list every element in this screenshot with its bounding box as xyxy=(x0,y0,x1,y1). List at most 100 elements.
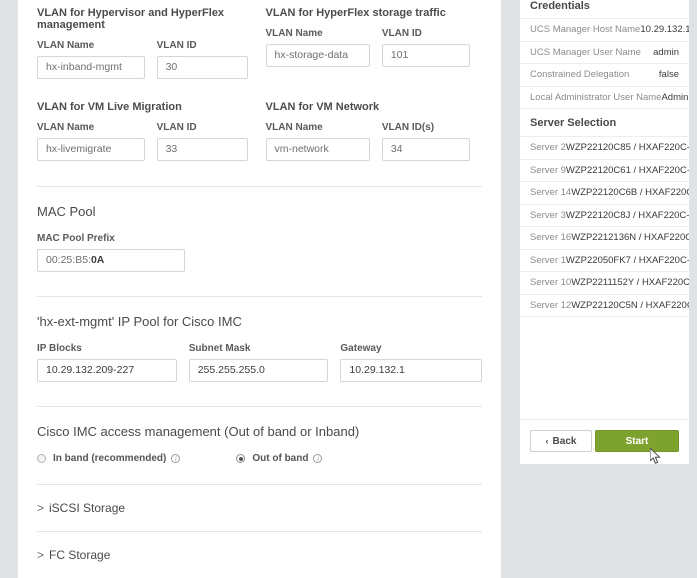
radio-out-of-band[interactable]: Out of band i xyxy=(236,453,323,464)
server-row: Server 10 WZP2211152Y / HXAF220C-M5SX xyxy=(520,272,689,295)
accordion-iscsi-storage[interactable]: > iSCSI Storage xyxy=(37,485,482,531)
server-value: WZP22050FK7 / HXAF220C-M5SX xyxy=(565,254,690,266)
subnet-mask-label: Subnet Mask xyxy=(188,343,251,354)
credential-row: UCS Manager Host Name 10.29.132.115 xyxy=(520,19,689,42)
mac-pool-title: MAC Pool xyxy=(37,204,96,219)
credential-key: UCS Manager Host Name xyxy=(530,24,641,36)
server-value: WZP2211152Y / HXAF220C-M5SX xyxy=(571,277,690,289)
vlan-name-input[interactable]: vm-network xyxy=(265,138,370,161)
imc-access-radio-group: In band (recommended) i Out of band i xyxy=(37,453,482,464)
vlan-group-storage: VLAN for HyperFlex storage traffic VLAN … xyxy=(260,7,483,79)
ip-pool-section: 'hx-ext-mgmt' IP Pool for Cisco IMC IP B… xyxy=(37,297,483,382)
mac-prefix-value: 0A xyxy=(90,254,105,266)
server-row: Server 3 WZP22120C8J / HXAF220C-M5SX xyxy=(520,205,690,227)
info-icon[interactable]: i xyxy=(171,454,181,463)
vlan-row-1: VLAN for Hypervisor and HyperFlex manage… xyxy=(37,0,482,79)
vlan-name-label: VLAN Name xyxy=(265,28,323,39)
ip-blocks-field: IP Blocks 10.29.132.209-227 xyxy=(37,343,189,382)
server-value: WZP2212136N / HXAF220C-M5SX xyxy=(571,232,689,244)
vlan-name-input[interactable]: hx-inband-mgmt xyxy=(37,56,145,79)
ip-pool-title: 'hx-ext-mgmt' IP Pool for Cisco IMC xyxy=(37,314,242,329)
imc-access-section: Cisco IMC access management (Out of band… xyxy=(37,407,482,464)
credential-row: Constrained Delegation false xyxy=(520,64,689,87)
vlan-id-input[interactable]: 34 xyxy=(381,138,470,161)
vlan-id-field: VLAN ID 33 xyxy=(156,122,260,161)
vlan-group-mgmt: VLAN for Hypervisor and HyperFlex manage… xyxy=(37,7,260,79)
radio-out-of-band-label: Out of band xyxy=(252,453,309,464)
server-row: Server 9 WZP22120C61 / HXAF220C-M5SX xyxy=(520,160,690,182)
radio-in-band-label: In band (recommended) xyxy=(53,453,167,464)
back-button[interactable]: ‹ Back xyxy=(530,430,592,452)
credential-key: Local Administrator User Name xyxy=(530,91,662,103)
server-name: Server 16 xyxy=(530,232,572,244)
vlan-group-title: VLAN for VM Network xyxy=(265,101,380,113)
vlan-group-title: VLAN for Hypervisor and HyperFlex manage… xyxy=(37,7,225,31)
gateway-label: Gateway xyxy=(340,343,382,354)
credentials-title: Credentials xyxy=(520,0,689,19)
accordion-label: iSCSI Storage xyxy=(49,501,126,515)
accordion-fc-storage[interactable]: > FC Storage xyxy=(37,532,482,578)
mac-prefix-static: 00:25:B5: xyxy=(46,254,91,266)
imc-access-title: Cisco IMC access management (Out of band… xyxy=(37,424,360,439)
server-value: WZP22120C85 / HXAF220C-M5SX xyxy=(565,142,690,154)
ip-blocks-input[interactable]: 10.29.132.209-227 xyxy=(37,359,177,382)
server-name: Server 12 xyxy=(530,299,572,311)
vlan-id-input[interactable]: 101 xyxy=(381,44,470,67)
radio-button-icon[interactable] xyxy=(37,454,46,463)
vlan-group-livemigration: VLAN for VM Live Migration VLAN Name hx-… xyxy=(37,101,260,161)
mac-pool-prefix-input[interactable]: 00:25:B5:0A xyxy=(37,249,185,272)
vlan-name-input[interactable]: hx-livemigrate xyxy=(37,138,145,161)
credential-value: Administrator xyxy=(661,91,690,103)
vlan-name-field: VLAN Name hx-inband-mgmt xyxy=(37,40,157,79)
chevron-left-icon: ‹ xyxy=(545,436,549,446)
vlan-id-label: VLAN ID(s) xyxy=(381,122,435,133)
credential-value: 10.29.132.115 xyxy=(640,24,690,36)
mac-pool-prefix-label: MAC Pool Prefix xyxy=(37,233,115,244)
vlan-row-2: VLAN for VM Live Migration VLAN Name hx-… xyxy=(37,79,482,161)
vlan-id-field: VLAN ID 30 xyxy=(156,40,260,79)
server-name: Server 2 xyxy=(530,142,566,154)
vlan-name-field: VLAN Name vm-network xyxy=(265,122,382,161)
server-row: Server 1 WZP22050FK7 / HXAF220C-M5SX xyxy=(520,250,690,272)
accordion-label: FC Storage xyxy=(49,548,111,562)
server-value: WZP22120C8J / HXAF220C-M5SX xyxy=(565,209,690,221)
server-name: Server 1 xyxy=(530,254,566,266)
vlan-name-label: VLAN Name xyxy=(37,122,95,133)
server-row: Server 16 WZP2212136N / HXAF220C-M5SX xyxy=(520,227,689,250)
server-value: WZP22120C5N / HXAF220C-M5SX xyxy=(571,299,689,311)
vlan-id-input[interactable]: 30 xyxy=(156,56,248,79)
server-value: WZP22120C6B / HXAF220C-M5SX xyxy=(571,187,689,199)
vlan-name-label: VLAN Name xyxy=(37,40,95,51)
chevron-right-icon: > xyxy=(37,501,45,515)
vlan-group-title: VLAN for HyperFlex storage traffic xyxy=(265,7,446,19)
server-selection-title: Server Selection xyxy=(520,109,689,137)
info-icon[interactable]: i xyxy=(313,454,323,463)
vlan-name-field: VLAN Name hx-livemigrate xyxy=(37,122,157,161)
gateway-input[interactable]: 10.29.132.1 xyxy=(340,359,483,382)
vlan-name-input[interactable]: hx-storage-data xyxy=(265,44,370,67)
credential-key: Constrained Delegation xyxy=(530,69,630,81)
radio-button-icon[interactable] xyxy=(236,454,246,463)
mac-pool-prefix-field: MAC Pool Prefix 00:25:B5:0A xyxy=(37,233,185,272)
configuration-form-panel: VLAN for Hypervisor and HyperFlex manage… xyxy=(18,0,501,578)
mac-pool-section: MAC Pool MAC Pool Prefix 00:25:B5:0A xyxy=(37,187,482,272)
chevron-right-icon: > xyxy=(37,548,45,562)
credential-value: admin xyxy=(653,46,679,58)
subnet-mask-input[interactable]: 255.255.255.0 xyxy=(188,359,329,382)
vlan-id-label: VLAN ID xyxy=(156,40,197,51)
start-button[interactable]: Start xyxy=(595,430,679,452)
server-name: Server 10 xyxy=(530,277,572,289)
summary-sidebar: Credentials UCS Manager Host Name 10.29.… xyxy=(519,0,690,465)
subnet-mask-field: Subnet Mask 255.255.255.0 xyxy=(188,343,341,382)
server-value: WZP22120C61 / HXAF220C-M5SX xyxy=(565,164,690,176)
credential-value: false xyxy=(658,69,679,81)
credential-row: Local Administrator User Name Administra… xyxy=(520,87,690,109)
credential-key: UCS Manager User Name xyxy=(530,46,641,58)
installer-screen: VLAN for Hypervisor and HyperFlex manage… xyxy=(0,0,697,578)
radio-in-band[interactable]: In band (recommended) i xyxy=(37,453,181,464)
vlan-group-title: VLAN for VM Live Migration xyxy=(37,101,182,113)
server-row: Server 14 WZP22120C6B / HXAF220C-M5SX xyxy=(520,182,689,205)
vlan-id-input[interactable]: 33 xyxy=(156,138,248,161)
vlan-id-label: VLAN ID xyxy=(381,28,422,39)
vlan-name-label: VLAN Name xyxy=(265,122,323,133)
